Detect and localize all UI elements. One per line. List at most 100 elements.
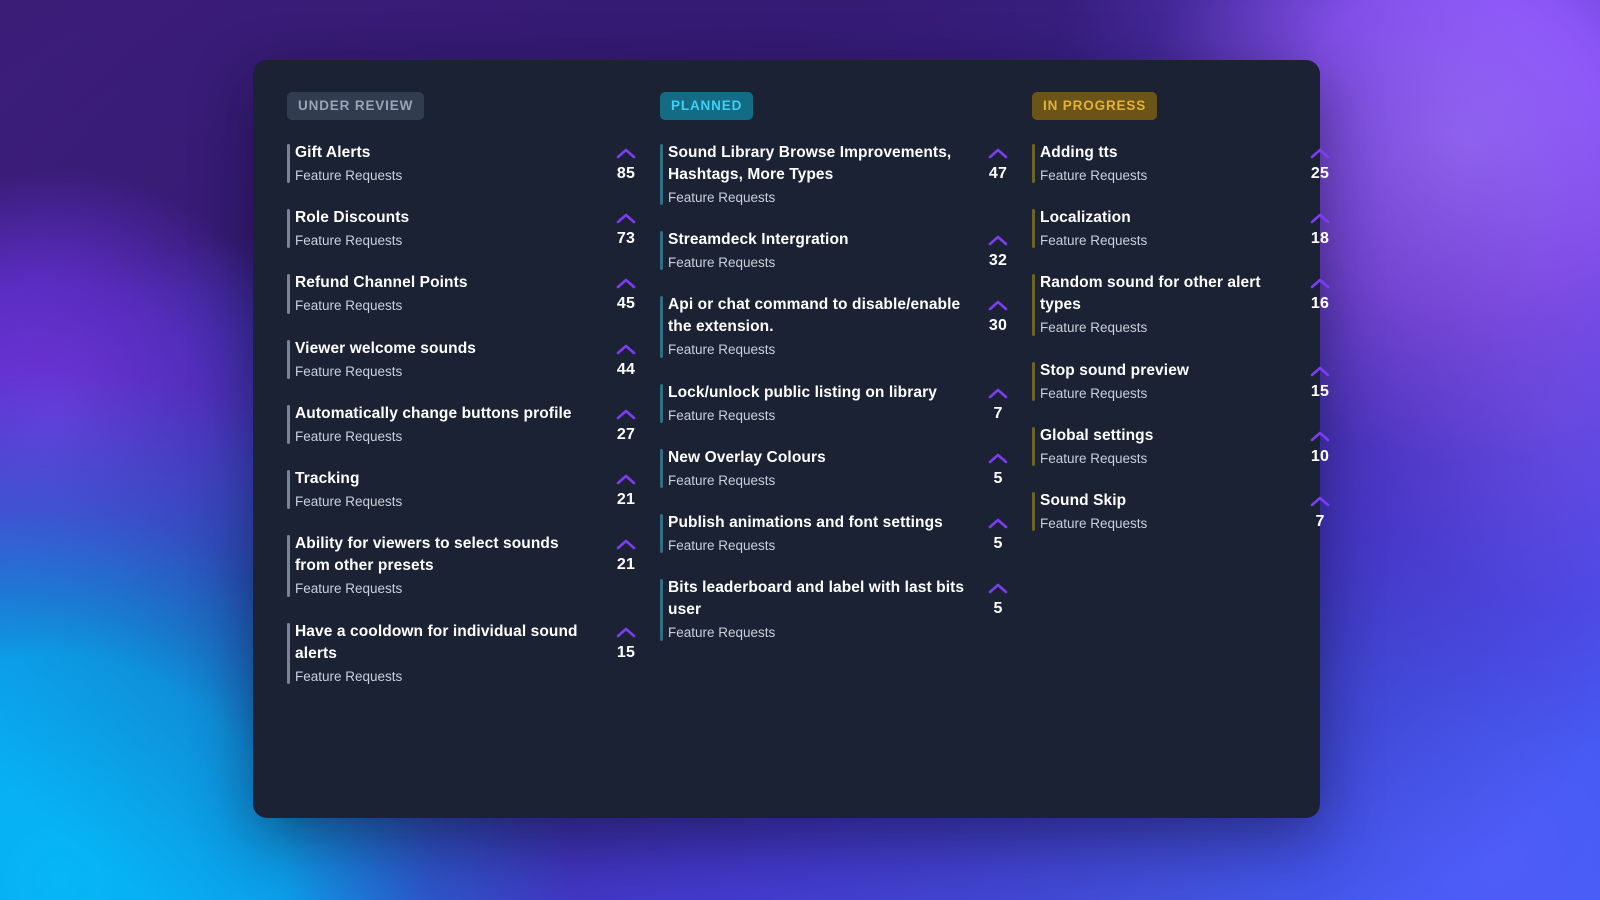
upvote-chevron-icon[interactable] <box>988 516 1008 529</box>
upvote-chevron-icon[interactable] <box>1310 429 1330 442</box>
roadmap-card[interactable]: Gift Alerts Feature Requests 85 <box>279 142 652 185</box>
vote-control[interactable]: 21 <box>604 468 648 509</box>
card-body: Gift Alerts Feature Requests <box>295 142 604 185</box>
roadmap-card[interactable]: Api or chat command to disable/enable th… <box>652 294 1024 359</box>
roadmap-card[interactable]: Localization Feature Requests 18 <box>1024 207 1346 250</box>
card-body: Lock/unlock public listing on library Fea… <box>668 382 976 425</box>
vote-count: 16 <box>1310 295 1330 313</box>
vote-control[interactable]: 15 <box>1298 360 1342 401</box>
vote-control[interactable]: 27 <box>604 403 648 444</box>
vote-control[interactable]: 45 <box>604 272 648 313</box>
upvote-chevron-icon[interactable] <box>616 146 636 159</box>
card-board-label: Feature Requests <box>1040 320 1148 336</box>
card-board-label: Feature Requests <box>668 190 776 205</box>
vote-control[interactable]: 85 <box>604 142 648 183</box>
card-board-label: Feature Requests <box>668 255 776 271</box>
roadmap-card[interactable]: Refund Channel Points Feature Requests 45 <box>279 272 652 315</box>
status-badge-in-progress[interactable]: IN PROGRESS <box>1032 92 1158 120</box>
card-body: Api or chat command to disable/enable th… <box>668 294 976 359</box>
card-board-label: Feature Requests <box>295 298 403 314</box>
vote-control[interactable]: 10 <box>1298 425 1342 466</box>
roadmap-board: UNDER REVIEW Gift Alerts Feature Requests… <box>253 60 1330 818</box>
roadmap-card[interactable]: Automatically change buttons profile Feat… <box>279 403 652 446</box>
card-title: Gift Alerts <box>295 144 371 161</box>
upvote-chevron-icon[interactable] <box>1310 146 1330 159</box>
upvote-chevron-icon[interactable] <box>1310 276 1330 289</box>
vote-count: 21 <box>616 491 636 509</box>
column-in-progress: IN PROGRESS Adding tts Feature Requests 25… <box>1024 82 1346 818</box>
card-body: Automatically change buttons profile Feat… <box>295 403 604 446</box>
upvote-chevron-icon[interactable] <box>616 342 636 354</box>
roadmap-card[interactable]: Adding tts Feature Requests 25 <box>1024 142 1346 185</box>
roadmap-card[interactable]: Lock/unlock public listing on library Fea… <box>652 382 1024 425</box>
card-board-label: Feature Requests <box>668 472 776 488</box>
roadmap-card[interactable]: Viewer welcome sounds Feature Requests 44 <box>279 338 652 381</box>
card-title: Have a cooldown for individual sound ale… <box>295 622 578 662</box>
roadmap-card[interactable]: Sound Skip Feature Requests 7 <box>1024 490 1346 533</box>
card-title: Sound Skip <box>1040 492 1127 510</box>
column-planned: PLANNED Sound Library Browse Improvement… <box>652 82 1024 818</box>
vote-control[interactable]: 15 <box>604 621 648 662</box>
card-board-label: Feature Requests <box>295 494 403 510</box>
upvote-chevron-icon[interactable] <box>616 276 636 289</box>
upvote-chevron-icon[interactable] <box>616 625 636 637</box>
roadmap-card[interactable]: Tracking Feature Requests 21 <box>279 468 652 511</box>
status-badge-under-review[interactable]: UNDER REVIEW <box>287 92 425 120</box>
card-body: Tracking Feature Requests <box>295 468 604 511</box>
card-title: Adding tts <box>1040 144 1118 161</box>
vote-control[interactable]: 44 <box>604 338 648 379</box>
roadmap-card[interactable]: Role Discounts Feature Requests 73 <box>279 207 652 250</box>
roadmap-card[interactable]: Random sound for other alert types Featur… <box>1024 272 1346 337</box>
vote-control[interactable]: 5 <box>976 512 1020 553</box>
status-badge-planned[interactable]: PLANNED <box>660 92 754 120</box>
vote-control[interactable]: 16 <box>1298 272 1342 313</box>
roadmap-card[interactable]: Sound Library Browse Improvements, Hasht… <box>652 142 1024 207</box>
upvote-chevron-icon[interactable] <box>616 407 636 420</box>
roadmap-card[interactable]: Streamdeck Intergration Feature Requests 3… <box>652 229 1024 272</box>
card-body: Global settings Feature Requests <box>1040 425 1298 468</box>
roadmap-card[interactable]: Ability for viewers to select sounds fro… <box>279 533 652 598</box>
vote-count: 47 <box>988 165 1008 182</box>
vote-control[interactable]: 7 <box>976 382 1020 423</box>
vote-control[interactable]: 21 <box>604 533 648 574</box>
card-title: Bits leaderboard and label with last bit… <box>668 579 965 619</box>
roadmap-card[interactable]: New Overlay Colours Feature Requests 5 <box>652 447 1024 490</box>
upvote-chevron-icon[interactable] <box>616 472 636 485</box>
vote-control[interactable]: 18 <box>1298 207 1342 248</box>
vote-control[interactable]: 5 <box>976 447 1020 488</box>
upvote-chevron-icon[interactable] <box>1310 211 1330 224</box>
upvote-chevron-icon[interactable] <box>988 581 1008 594</box>
card-board-label: Feature Requests <box>668 407 776 423</box>
upvote-chevron-icon[interactable] <box>1310 364 1330 376</box>
vote-control[interactable]: 73 <box>604 207 648 248</box>
card-body: Streamdeck Intergration Feature Requests <box>668 229 976 272</box>
vote-count: 15 <box>616 643 636 661</box>
vote-count: 5 <box>993 600 1003 618</box>
upvote-chevron-icon[interactable] <box>616 211 636 224</box>
upvote-chevron-icon[interactable] <box>988 146 1008 159</box>
upvote-chevron-icon[interactable] <box>988 451 1008 464</box>
upvote-chevron-icon[interactable] <box>988 386 1008 398</box>
roadmap-card[interactable]: Bits leaderboard and label with last bit… <box>652 577 1024 642</box>
vote-control[interactable]: 5 <box>976 577 1020 618</box>
vote-control[interactable]: 32 <box>976 229 1020 270</box>
vote-control[interactable]: 30 <box>976 294 1020 335</box>
card-body: Adding tts Feature Requests <box>1040 142 1298 185</box>
card-body: Refund Channel Points Feature Requests <box>295 272 604 315</box>
roadmap-card[interactable]: Publish animations and font settings Feat… <box>652 512 1024 555</box>
card-board-label: Feature Requests <box>295 363 403 379</box>
card-title: Automatically change buttons profile <box>295 404 572 422</box>
roadmap-card[interactable]: Stop sound preview Feature Requests 15 <box>1024 360 1346 403</box>
vote-control[interactable]: 7 <box>1298 490 1342 531</box>
vote-control[interactable]: 25 <box>1298 142 1342 183</box>
upvote-chevron-icon[interactable] <box>616 537 636 550</box>
card-title: Publish animations and font settings <box>668 514 943 532</box>
card-title: Streamdeck Intergration <box>668 231 849 249</box>
upvote-chevron-icon[interactable] <box>1310 494 1330 507</box>
vote-control[interactable]: 47 <box>976 142 1020 183</box>
roadmap-card[interactable]: Have a cooldown for individual sound ale… <box>279 621 652 686</box>
roadmap-card[interactable]: Global settings Feature Requests 10 <box>1024 425 1346 468</box>
upvote-chevron-icon[interactable] <box>988 298 1008 311</box>
upvote-chevron-icon[interactable] <box>988 233 1008 246</box>
card-board-label: Feature Requests <box>295 581 403 597</box>
